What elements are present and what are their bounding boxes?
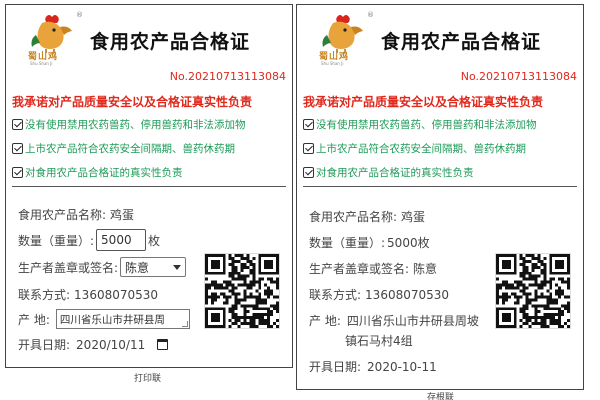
producer-value: 陈意 xyxy=(413,262,438,276)
product-row: 食用农产品名称: 鸡蛋 xyxy=(18,206,134,223)
producer-select[interactable]: 陈意 xyxy=(120,257,187,277)
contact-row: 联系方式: 13608070530 xyxy=(309,286,449,303)
product-value: 鸡蛋 xyxy=(401,210,426,224)
check-label: 对食用农产品合格证的真实性负责 xyxy=(316,167,474,179)
stub-copy-caption: 存根联 xyxy=(427,393,455,400)
section-divider xyxy=(12,186,286,187)
check-authenticity[interactable]: 对食用农产品合格证的真实性负责 xyxy=(12,165,183,180)
registered-mark: ® xyxy=(367,11,374,19)
promise-statement: 我承诺对产品质量安全以及合格证真实性负责 xyxy=(12,95,253,109)
print-copy-caption: 打印联 xyxy=(134,374,162,384)
producer-label: 生产者盖章或签名: xyxy=(18,260,119,275)
quantity-value: 5000枚 xyxy=(387,236,430,250)
checkbox-icon[interactable] xyxy=(303,143,314,154)
quantity-input[interactable]: 5000 xyxy=(96,229,147,251)
check-authenticity[interactable]: 对食用农产品合格证的真实性负责 xyxy=(303,165,474,180)
quantity-row: 数量（重量）: 5000 枚 xyxy=(18,229,160,251)
producer-selected: 陈意 xyxy=(125,260,150,275)
certificate-title: 食用农产品合格证 xyxy=(381,31,542,53)
chevron-down-icon xyxy=(173,264,182,270)
promise-statement: 我承诺对产品质量安全以及合格证真实性负责 xyxy=(303,95,544,109)
certificate-header: 蜀山鸡 Shu Shan Ji ® 食用农产品合格证 xyxy=(297,5,583,71)
quantity-row: 数量（重量）: 5000枚 xyxy=(309,234,430,251)
certificate-header: 蜀山鸡 Shu Shan Ji ® 食用农产品合格证 xyxy=(6,5,292,71)
check-safety-interval[interactable]: 上市农产品符合农药安全间隔期、兽药休药期 xyxy=(303,141,526,156)
product-row: 食用农产品名称: 鸡蛋 xyxy=(309,208,425,225)
contact-row: 联系方式: 13608070530 xyxy=(18,286,158,303)
check-no-banned-drugs[interactable]: 没有使用禁用农药兽药、停用兽药和非法添加物 xyxy=(12,117,246,132)
origin-row: 产 地: 四川省乐山市井研县周 xyxy=(18,309,190,329)
contact-label: 联系方式: xyxy=(18,288,71,302)
product-label: 食用农产品名称: xyxy=(18,208,107,222)
qr-code-icon xyxy=(204,253,280,329)
certificate-title: 食用农产品合格证 xyxy=(90,31,251,53)
checkbox-icon[interactable] xyxy=(12,143,23,154)
qr-code-icon xyxy=(495,253,571,329)
check-safety-interval[interactable]: 上市农产品符合农药安全间隔期、兽药休药期 xyxy=(12,141,235,156)
checkbox-icon[interactable] xyxy=(12,119,23,130)
producer-label: 生产者盖章或签名: xyxy=(309,262,410,276)
quantity-unit: 枚 xyxy=(148,233,161,248)
origin-value-line2: 镇石马村4组 xyxy=(345,334,413,348)
producer-row: 生产者盖章或签名: 陈意 xyxy=(309,260,437,277)
logo-subtext: Shu Shan Ji xyxy=(321,61,344,66)
checkbox-icon[interactable] xyxy=(303,167,314,178)
serial-number: No.20210713113084 xyxy=(169,70,286,83)
quantity-label: 数量（重量）: xyxy=(309,236,386,250)
date-label: 开具日期: xyxy=(309,360,362,374)
contact-label: 联系方式: xyxy=(309,288,362,302)
contact-value: 13608070530 xyxy=(74,287,159,302)
registered-mark: ® xyxy=(76,11,83,19)
check-label: 上市农产品符合农药安全间隔期、兽药休药期 xyxy=(316,143,526,155)
check-label: 没有使用禁用农药兽药、停用兽药和非法添加物 xyxy=(316,119,537,131)
calendar-icon[interactable] xyxy=(157,339,169,350)
date-label: 开具日期: xyxy=(18,338,71,352)
origin-value-line1: 四川省乐山市井研县周坡 xyxy=(346,314,479,328)
check-no-banned-drugs[interactable]: 没有使用禁用农药兽药、停用兽药和非法添加物 xyxy=(303,117,537,132)
section-divider xyxy=(303,186,577,187)
checkbox-icon[interactable] xyxy=(12,167,23,178)
contact-value: 13608070530 xyxy=(365,287,450,302)
date-input[interactable]: 2020/10/11 xyxy=(76,337,169,352)
product-label: 食用农产品名称: xyxy=(309,210,398,224)
origin-row-2: 镇石马村4组 xyxy=(345,332,413,349)
check-label: 对食用农产品合格证的真实性负责 xyxy=(25,167,183,179)
logo-subtext: Shu Shan Ji xyxy=(30,61,53,66)
certificate-stub-copy: 蜀山鸡 Shu Shan Ji ® 食用农产品合格证 No.2021071311… xyxy=(296,4,584,390)
product-value: 鸡蛋 xyxy=(110,208,135,222)
origin-label: 产 地: xyxy=(18,312,50,327)
origin-value: 四川省乐山市井研县周 xyxy=(59,313,165,326)
serial-number: No.20210713113084 xyxy=(460,70,577,83)
quantity-label: 数量（重量）: xyxy=(18,233,95,248)
origin-textarea[interactable]: 四川省乐山市井研县周 xyxy=(55,309,190,329)
origin-row: 产 地: 四川省乐山市井研县周坡 xyxy=(309,312,479,329)
date-value: 2020/10/11 xyxy=(76,337,146,352)
check-label: 没有使用禁用农药兽药、停用兽药和非法添加物 xyxy=(25,119,246,131)
date-value: 2020-10-11 xyxy=(367,359,437,374)
resize-handle-icon[interactable] xyxy=(181,321,188,327)
certificate-print-copy: 蜀山鸡 Shu Shan Ji ® 食用农产品合格证 No.2021071311… xyxy=(5,4,293,368)
origin-label: 产 地: xyxy=(309,314,341,328)
date-row: 开具日期: 2020/10/11 xyxy=(18,336,169,353)
checkbox-icon[interactable] xyxy=(303,119,314,130)
producer-row: 生产者盖章或签名: 陈意 xyxy=(18,257,187,277)
date-row: 开具日期: 2020-10-11 xyxy=(309,358,437,375)
check-label: 上市农产品符合农药安全间隔期、兽药休药期 xyxy=(25,143,235,155)
